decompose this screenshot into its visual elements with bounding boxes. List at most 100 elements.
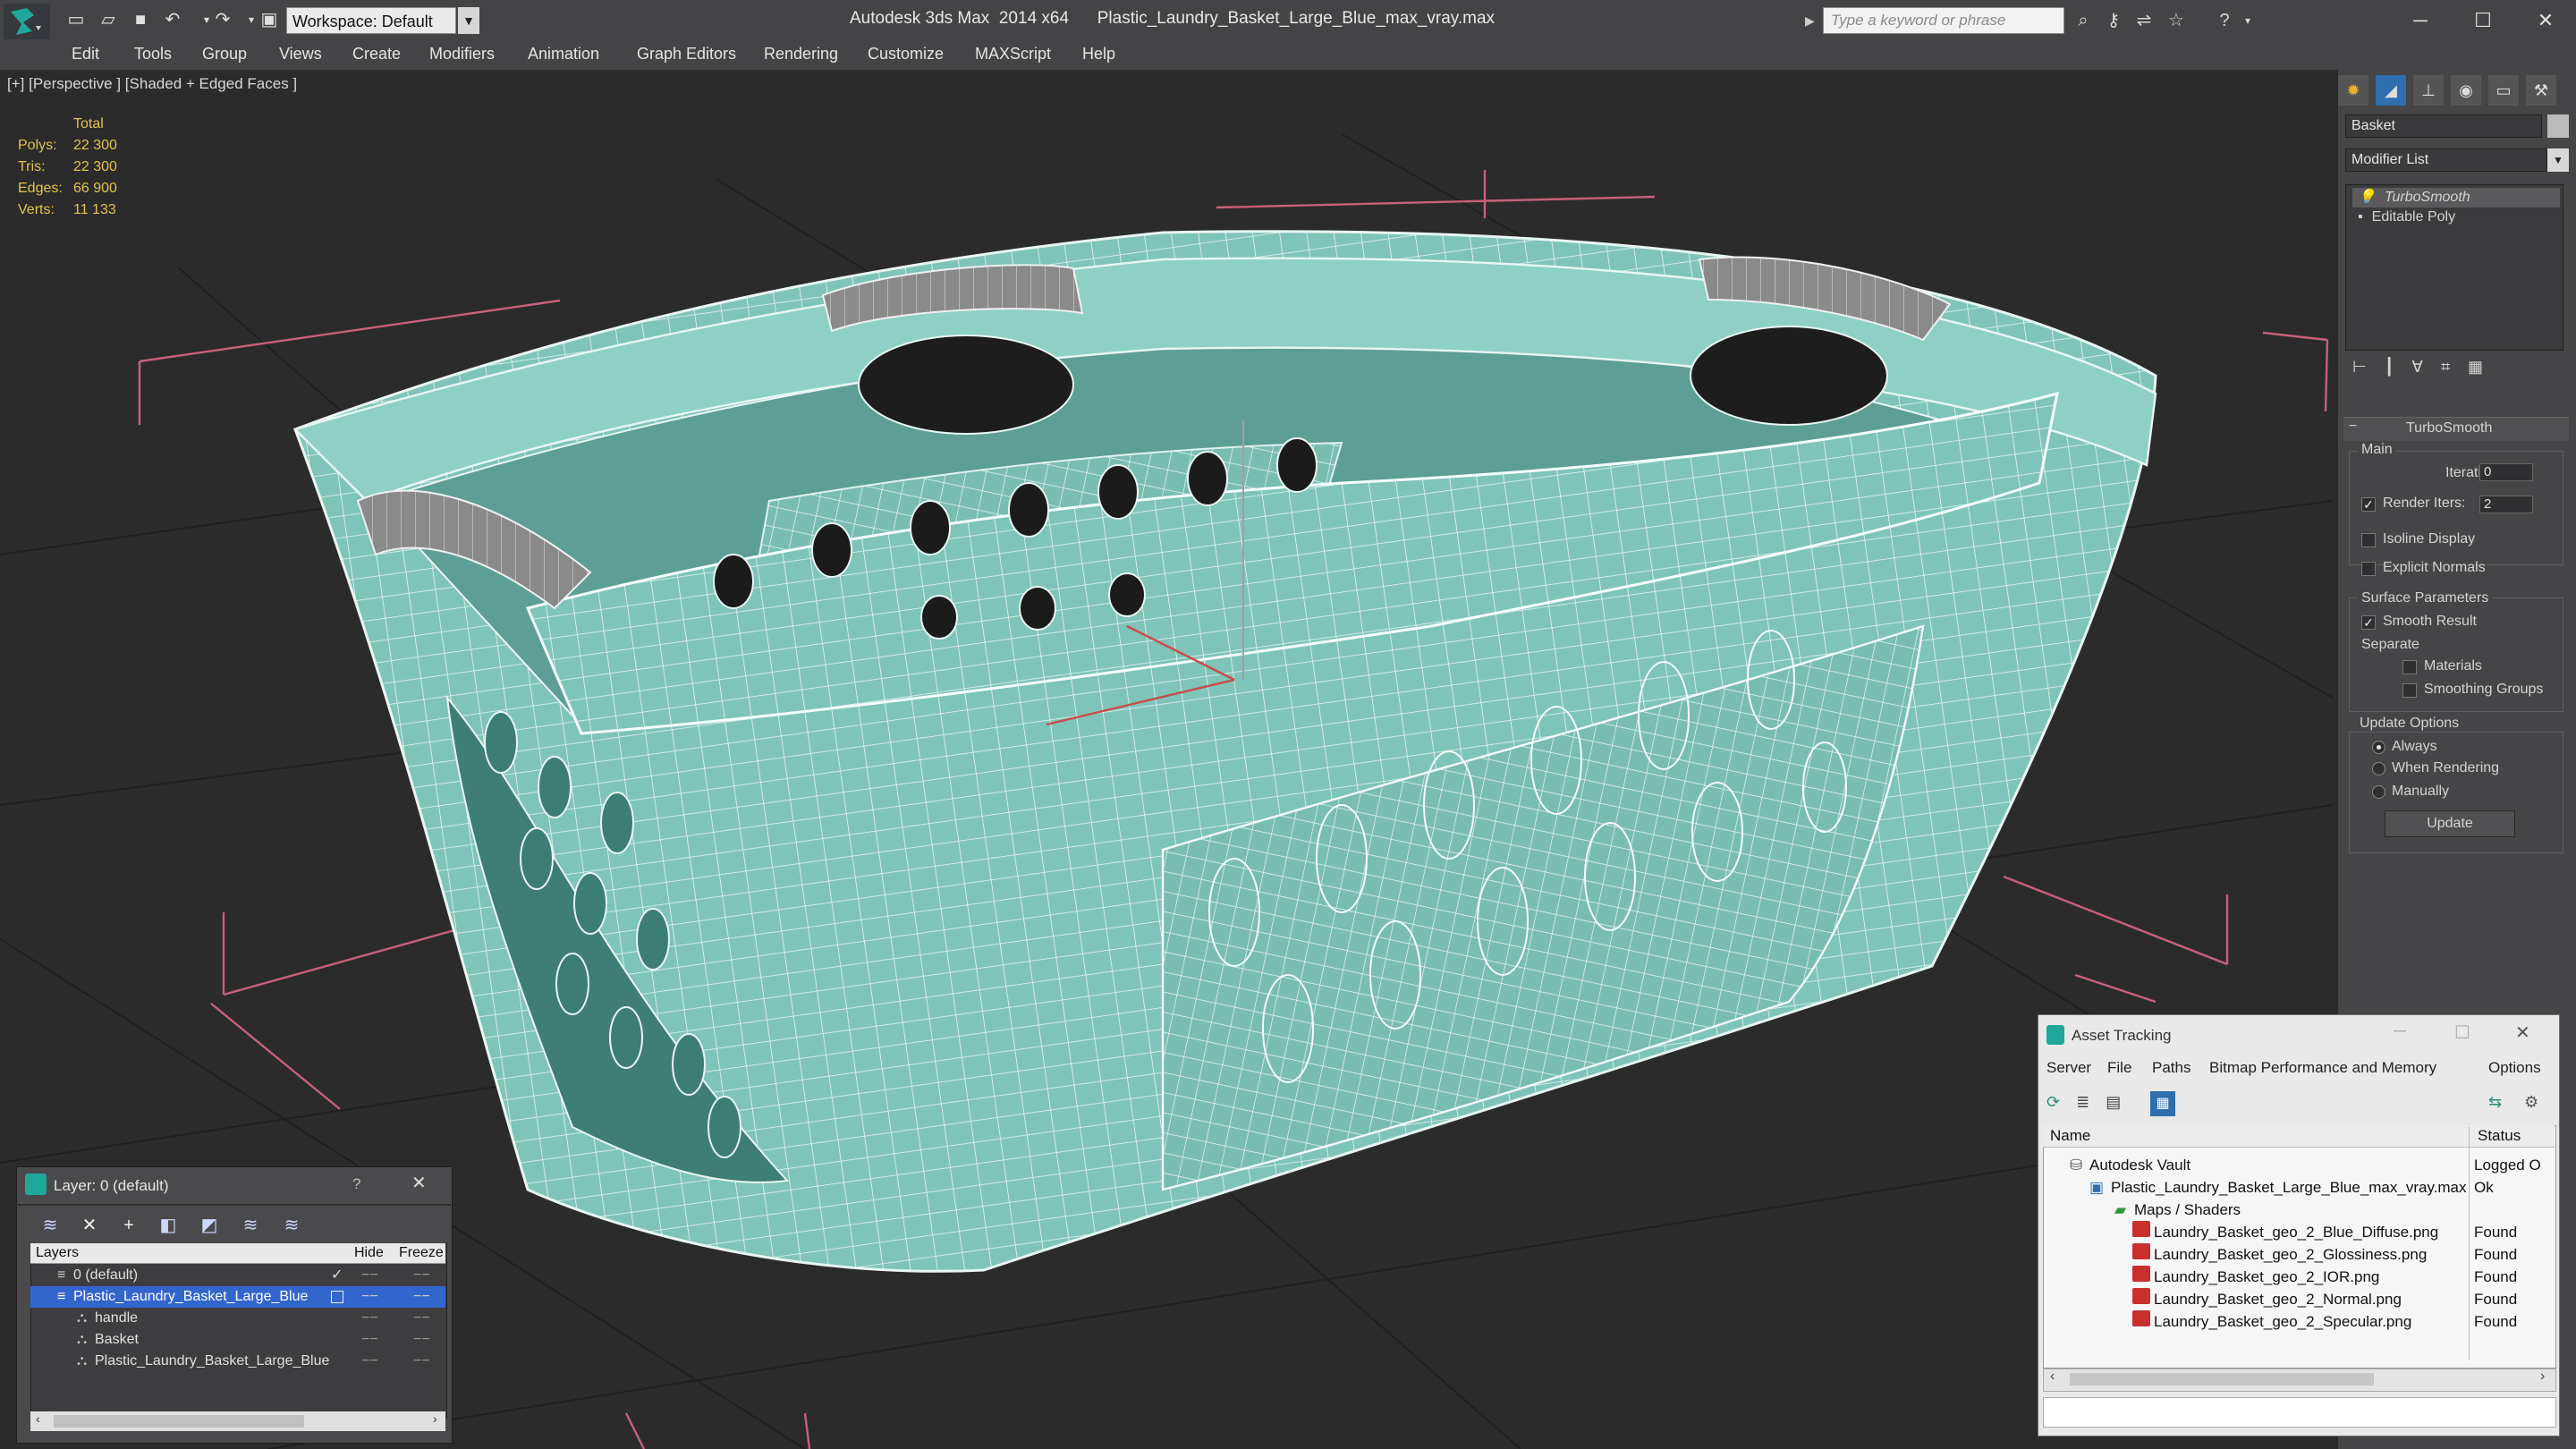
table-row[interactable]: Laundry_Basket_geo_2_Glossiness.png Foun…: [2043, 1243, 2555, 1266]
select-layer-icon[interactable]: ◩: [195, 1213, 224, 1238]
minimize-icon[interactable]: ─: [2394, 4, 2447, 38]
close-icon[interactable]: ✕: [411, 1172, 427, 1194]
menu-maxscript[interactable]: MAXScript: [975, 45, 1051, 64]
list-item[interactable]: ⛬ Plastic_Laundry_Basket_Large_Blue −− −…: [30, 1351, 445, 1372]
list-view-icon[interactable]: ≣: [2076, 1093, 2106, 1111]
current-layer-box[interactable]: [331, 1291, 343, 1303]
when-rendering-radio[interactable]: [2372, 762, 2385, 775]
hide-all-icon[interactable]: ≋: [236, 1213, 265, 1238]
project-folder-icon[interactable]: ▣: [258, 8, 281, 31]
menu-graph-editors[interactable]: Graph Editors: [637, 45, 736, 64]
redo-icon[interactable]: ↷: [211, 8, 234, 31]
menu-edit[interactable]: Edit: [72, 45, 99, 64]
at-menu-bitmap[interactable]: Bitmap Performance and Memory: [2209, 1059, 2436, 1077]
close-icon[interactable]: ✕: [2515, 1021, 2530, 1044]
list-item[interactable]: ≡ 0 (default) ✓ −− −−: [30, 1265, 445, 1286]
update-button[interactable]: Update: [2385, 810, 2515, 837]
chevron-down-icon[interactable]: ▼: [458, 7, 479, 34]
freeze-toggle[interactable]: −−: [413, 1329, 430, 1351]
hide-toggle[interactable]: −−: [361, 1351, 378, 1372]
refresh-icon[interactable]: ⟳: [2046, 1093, 2076, 1111]
table-row[interactable]: ⛁ Autodesk Vault Logged O: [2043, 1154, 2555, 1176]
exchange-icon[interactable]: ⇌: [2132, 9, 2156, 32]
collapse-icon[interactable]: ▪: [2358, 209, 2363, 225]
at-menu-paths[interactable]: Paths: [2152, 1059, 2190, 1077]
menu-tools[interactable]: Tools: [134, 45, 172, 64]
menu-help[interactable]: Help: [1082, 45, 1115, 64]
lightbulb-icon[interactable]: 💡: [2358, 190, 2376, 205]
list-item[interactable]: ≡ Plastic_Laundry_Basket_Large_Blue −− −…: [30, 1286, 445, 1308]
table-row[interactable]: Laundry_Basket_geo_2_Specular.png Found: [2043, 1310, 2555, 1333]
menu-group[interactable]: Group: [202, 45, 247, 64]
key-icon[interactable]: ⚷: [2102, 9, 2125, 32]
stack-item-editable-poly[interactable]: ▪ Editable Poly: [2352, 209, 2455, 225]
motion-tab-icon[interactable]: ◉: [2451, 75, 2481, 106]
col-name[interactable]: Name: [2050, 1127, 2090, 1145]
freeze-toggle[interactable]: −−: [413, 1351, 430, 1372]
configure-sets-icon[interactable]: ▦: [2468, 358, 2501, 376]
binoculars-icon[interactable]: ⌕: [2072, 9, 2095, 32]
undo-icon[interactable]: ↶: [161, 8, 184, 31]
modify-tab-icon[interactable]: ◢: [2376, 75, 2406, 106]
object-name-input[interactable]: Basket: [2345, 114, 2542, 138]
rollout-collapse-icon[interactable]: −: [2349, 419, 2357, 435]
hide-toggle[interactable]: −−: [361, 1329, 378, 1351]
create-layer-icon[interactable]: ≋: [36, 1213, 64, 1238]
col-status[interactable]: Status: [2478, 1127, 2521, 1145]
menu-customize[interactable]: Customize: [868, 45, 944, 64]
create-tab-icon[interactable]: ✹: [2338, 75, 2368, 106]
at-menu-options[interactable]: Options: [2488, 1059, 2541, 1077]
explicit-normals-checkbox[interactable]: [2361, 562, 2376, 576]
table-row[interactable]: Laundry_Basket_geo_2_IOR.png Found: [2043, 1266, 2555, 1288]
menu-views[interactable]: Views: [279, 45, 322, 64]
iterations-spinner[interactable]: 0: [2479, 463, 2533, 481]
scroll-left-icon[interactable]: ‹: [2050, 1368, 2055, 1385]
layer-help-button[interactable]: ?: [352, 1175, 360, 1193]
table-row[interactable]: Laundry_Basket_geo_2_Normal.png Found: [2043, 1288, 2555, 1310]
star-icon[interactable]: ☆: [2165, 9, 2188, 32]
hierarchy-tab-icon[interactable]: ⊥: [2413, 75, 2444, 106]
select-objects-icon[interactable]: ◧: [154, 1213, 182, 1238]
col-layers[interactable]: Layers: [36, 1245, 79, 1261]
menu-rendering[interactable]: Rendering: [764, 45, 838, 64]
freeze-toggle[interactable]: −−: [413, 1265, 430, 1286]
table-view-icon[interactable]: ▦: [2150, 1091, 2175, 1116]
isoline-checkbox[interactable]: [2361, 533, 2376, 547]
asset-toolbar[interactable]: ⟳≣▤: [2046, 1093, 2137, 1112]
hide-toggle[interactable]: −−: [361, 1265, 378, 1286]
hide-toggle[interactable]: −−: [361, 1286, 378, 1308]
menu-animation[interactable]: Animation: [528, 45, 599, 64]
maximize-icon[interactable]: ☐: [2454, 1021, 2470, 1044]
search-expand-icon[interactable]: ▶: [1805, 9, 1821, 32]
scroll-thumb[interactable]: [54, 1415, 304, 1428]
make-unique-icon[interactable]: ∀: [2412, 358, 2441, 376]
object-color-swatch[interactable]: [2547, 114, 2569, 138]
utilities-tab-icon[interactable]: ⚒: [2526, 75, 2556, 106]
help-icon[interactable]: ?: [2213, 9, 2236, 32]
scroll-thumb[interactable]: [2070, 1373, 2374, 1385]
maximize-icon[interactable]: ☐: [2456, 4, 2510, 38]
save-file-icon[interactable]: ■: [129, 8, 152, 31]
stack-item-turbosmooth[interactable]: 💡 TurboSmooth: [2352, 188, 2560, 208]
menu-create[interactable]: Create: [352, 45, 401, 64]
freeze-toggle[interactable]: −−: [413, 1308, 430, 1329]
scroll-right-icon[interactable]: ›: [2540, 1368, 2545, 1385]
stack-tools[interactable]: ⊢┃∀⌗▦: [2352, 358, 2501, 377]
list-item[interactable]: ⛬ Basket −− −−: [30, 1329, 445, 1351]
help-dropdown-icon[interactable]: ▾: [2236, 9, 2259, 32]
table-row[interactable]: Laundry_Basket_geo_2_Blue_Diffuse.png Fo…: [2043, 1221, 2555, 1243]
open-file-icon[interactable]: ▱: [97, 8, 120, 31]
tree-view-icon[interactable]: ▤: [2106, 1093, 2137, 1111]
render-iters-spinner[interactable]: 2: [2479, 496, 2533, 513]
smooth-result-checkbox[interactable]: ✓: [2361, 615, 2376, 630]
workspace-select[interactable]: Workspace: Default: [286, 7, 456, 34]
hide-toggle[interactable]: −−: [361, 1308, 378, 1329]
current-layer-check-icon[interactable]: ✓: [331, 1265, 343, 1286]
minimize-icon[interactable]: ─: [2394, 1021, 2406, 1042]
at-menu-server[interactable]: Server: [2046, 1059, 2091, 1077]
always-radio[interactable]: [2372, 741, 2385, 754]
show-end-result-icon[interactable]: ┃: [2385, 358, 2412, 376]
new-file-icon[interactable]: ▭: [64, 8, 88, 31]
smoothing-groups-checkbox[interactable]: [2402, 683, 2417, 698]
viewport-label[interactable]: [+] [Perspective ] [Shaded + Edged Faces…: [7, 75, 297, 93]
